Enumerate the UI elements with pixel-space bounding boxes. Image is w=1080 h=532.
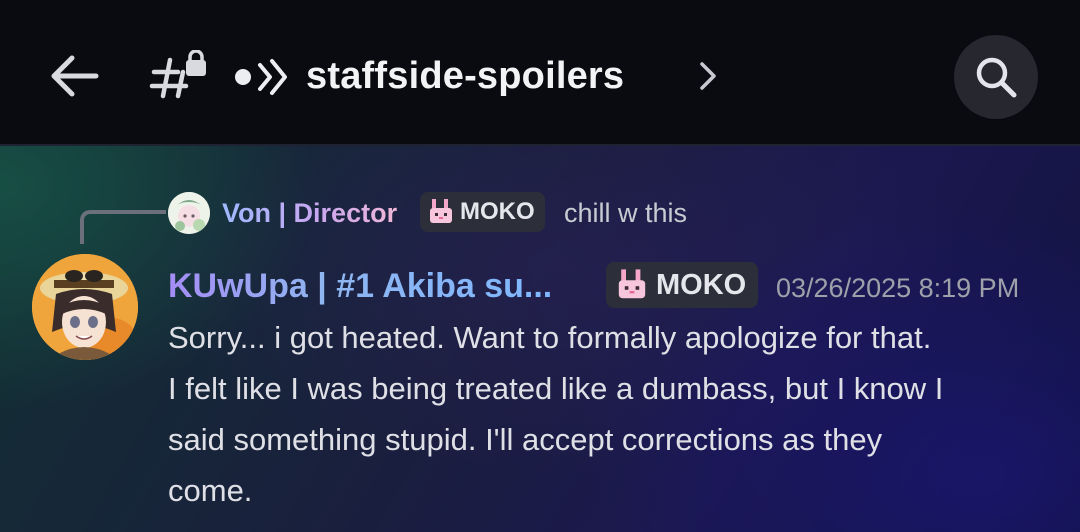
message-area: Von | Director MOKO chill w this KUwUpa …	[0, 146, 1080, 532]
author-name[interactable]: KUwUpa | #1 Akiba su...	[168, 260, 552, 312]
arrow-left-icon	[51, 55, 99, 97]
reply-avatar[interactable]	[168, 192, 210, 234]
author-avatar-image	[32, 254, 138, 360]
author-avatar[interactable]	[32, 254, 138, 360]
author-tag-label: MOKO	[656, 268, 747, 301]
message-content[interactable]: Sorry... i got heated. Want to formally …	[168, 312, 1058, 516]
author-role-tag: MOKO	[606, 262, 759, 308]
pink-bunny-icon	[618, 269, 646, 299]
voice-activity-icon	[235, 59, 287, 95]
reply-role-tag: MOKO	[420, 192, 545, 232]
reply-tag-label: MOKO	[460, 198, 535, 225]
reply-avatar-image	[168, 192, 210, 234]
back-button[interactable]	[44, 46, 104, 106]
reply-connector	[80, 210, 166, 244]
chevron-right-icon[interactable]	[696, 58, 720, 94]
locked-text-channel-icon	[149, 50, 206, 99]
pink-bunny-icon	[430, 199, 452, 223]
channel-name[interactable]: staffside-spoilers	[306, 50, 624, 102]
search-button[interactable]	[954, 35, 1038, 119]
message-timestamp: 03/26/2025 8:19 PM	[776, 273, 1020, 303]
reply-author-name[interactable]: Von | Director	[222, 194, 397, 232]
reply-preview-text[interactable]: chill w this	[564, 194, 687, 232]
search-icon	[976, 57, 1017, 98]
channel-header: staffside-spoilers	[0, 0, 1080, 146]
